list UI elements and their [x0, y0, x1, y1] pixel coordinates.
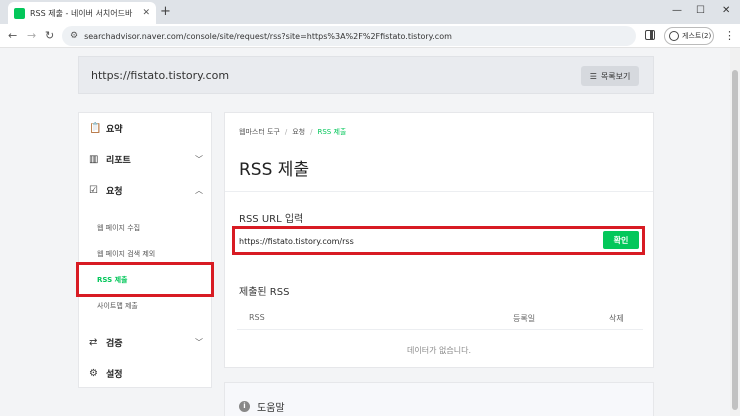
help-title: 도움말 — [257, 403, 285, 414]
chevron-down-icon: ﹀ — [195, 154, 203, 164]
page-scrollbar[interactable] — [730, 48, 740, 416]
reload-icon[interactable]: ↻ — [45, 28, 54, 44]
browser-toolbar: ← → ↻ ⚙ searchadvisor.naver.com/console/… — [0, 24, 740, 48]
scrollbar-thumb[interactable] — [732, 70, 738, 410]
breadcrumb-current: RSS 제출 — [317, 128, 347, 136]
naver-favicon-icon — [14, 7, 25, 19]
browser-tab-bar: RSS 제출 - 네이버 서치어드바 ✕ + — ☐ ✕ — [0, 0, 740, 24]
rss-table-header: RSS 등록일 삭제 — [237, 308, 643, 330]
list-view-label: 목록보기 — [600, 71, 631, 81]
list-icon: ☰ — [589, 71, 597, 81]
sidebar-item-label: 요약 — [106, 124, 123, 135]
profile-label: 게스트(2) — [682, 32, 712, 40]
page-content: https://fistato.tistory.com ☰ 목록보기 📋 요약 … — [0, 48, 740, 416]
page-title: RSS 제출 — [239, 160, 310, 180]
empty-table-message: 데이터가 없습니다. — [407, 346, 471, 355]
rss-input-highlight — [232, 226, 645, 255]
breadcrumb: 웹마스터 도구 / 요청 / RSS 제출 — [239, 128, 347, 136]
checkbox-icon: ☑ — [89, 184, 98, 196]
tab-title: RSS 제출 - 네이버 서치어드바 — [30, 8, 133, 18]
divider — [225, 191, 653, 192]
submitted-rss-title: 제출된 RSS — [239, 287, 290, 298]
sidebar-subitem-sitemap[interactable]: 사이트맵 제출 — [97, 301, 138, 311]
info-icon: i — [239, 401, 250, 412]
profile-button[interactable]: 게스트(2) — [664, 27, 714, 45]
sidebar: 📋 요약 ▥ 리포트 ﹀ ☑ 요청 ︿ 웹 페이지 수집 웹 페이지 검색 제외… — [78, 112, 212, 388]
gear-icon: ⚙ — [89, 367, 98, 379]
new-tab-icon[interactable]: + — [160, 4, 171, 20]
column-header-rss: RSS — [249, 313, 265, 322]
address-bar[interactable]: ⚙ searchadvisor.naver.com/console/site/r… — [62, 26, 636, 46]
site-info-icon[interactable]: ⚙ — [70, 31, 78, 41]
rss-menu-highlight — [76, 262, 214, 297]
site-url: https://fistato.tistory.com — [91, 68, 230, 82]
chart-icon: ▥ — [89, 153, 99, 165]
clipboard-icon: 📋 — [89, 122, 102, 134]
help-panel: i 도움말 — [224, 382, 654, 416]
browser-tab[interactable]: RSS 제출 - 네이버 서치어드바 ✕ — [8, 2, 156, 24]
sidebar-subitem-page-collect[interactable]: 웹 페이지 수집 — [97, 223, 140, 233]
breadcrumb-item[interactable]: 웹마스터 도구 — [239, 128, 280, 136]
refresh-icon: ⇄ — [89, 336, 98, 348]
sidebar-item-settings[interactable]: ⚙ 설정 — [89, 364, 203, 382]
column-header-date: 등록일 — [513, 314, 536, 323]
maximize-icon[interactable]: ☐ — [696, 4, 705, 18]
sidebar-item-report[interactable]: ▥ 리포트 ﹀ — [89, 150, 203, 168]
profile-icon — [669, 31, 679, 41]
sidebar-item-label: 설정 — [106, 369, 123, 380]
forward-icon[interactable]: → — [27, 28, 36, 44]
side-panel-icon[interactable] — [645, 30, 655, 40]
address-url[interactable]: searchadvisor.naver.com/console/site/req… — [84, 32, 452, 41]
sidebar-item-label: 검증 — [106, 338, 123, 349]
rss-url-section-title: RSS URL 입력 — [239, 214, 304, 225]
tab-close-icon[interactable]: ✕ — [142, 8, 150, 18]
breadcrumb-item[interactable]: 요청 — [292, 128, 305, 136]
sidebar-item-summary[interactable]: 📋 요약 — [89, 119, 203, 137]
window-close-icon[interactable]: ✕ — [722, 4, 730, 18]
sidebar-item-request[interactable]: ☑ 요청 ︿ — [89, 181, 203, 199]
browser-menu-icon[interactable]: ⋮ — [724, 29, 735, 43]
sidebar-item-verify[interactable]: ⇄ 검증 ﹀ — [89, 333, 203, 351]
sidebar-item-label: 리포트 — [106, 155, 131, 166]
minimize-icon[interactable]: — — [672, 4, 682, 18]
chevron-up-icon: ︿ — [195, 185, 203, 195]
sidebar-item-label: 요청 — [106, 186, 123, 197]
chevron-down-icon: ﹀ — [195, 337, 203, 347]
list-view-button[interactable]: ☰ 목록보기 — [581, 66, 639, 86]
site-header: https://fistato.tistory.com ☰ 목록보기 — [78, 56, 654, 94]
back-icon[interactable]: ← — [8, 28, 17, 44]
sidebar-subitem-search-exclude[interactable]: 웹 페이지 검색 제외 — [97, 249, 155, 259]
column-header-delete: 삭제 — [609, 314, 624, 323]
